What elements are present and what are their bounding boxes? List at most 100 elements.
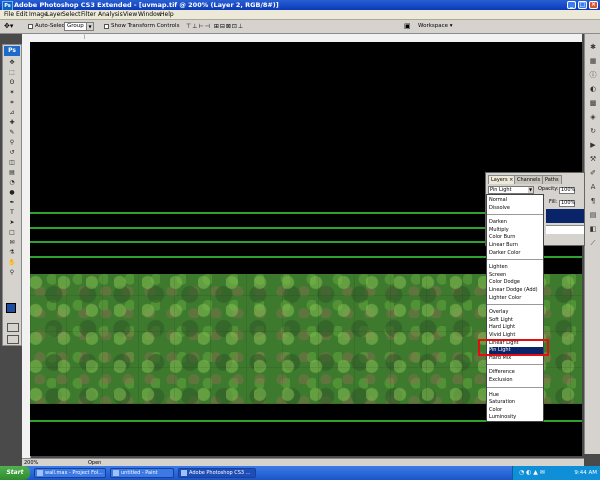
blend-mode-option[interactable]: Luminosity bbox=[489, 414, 543, 421]
blend-mode-option[interactable]: Darken bbox=[489, 219, 543, 226]
menu-select[interactable]: Select bbox=[62, 10, 81, 19]
menu-help[interactable]: Help bbox=[160, 10, 174, 19]
info-icon[interactable]: ⓘ bbox=[588, 70, 598, 80]
blend-mode-option[interactable]: Overlay bbox=[489, 309, 543, 316]
tab-channels[interactable]: Channels bbox=[514, 175, 544, 184]
blend-mode-option[interactable]: Difference bbox=[489, 369, 543, 376]
blend-mode-option[interactable]: Soft Light bbox=[489, 317, 543, 324]
history-icon[interactable]: ↻ bbox=[588, 126, 598, 136]
move-icon[interactable]: ✥ bbox=[5, 58, 19, 67]
screen-mode-icon[interactable] bbox=[7, 335, 19, 344]
chevron-down-icon: ▼ bbox=[528, 187, 533, 193]
actions-icon[interactable]: ▶ bbox=[588, 140, 598, 150]
selected-layer-row[interactable] bbox=[546, 209, 584, 223]
blend-mode-option[interactable]: Multiply bbox=[489, 227, 543, 234]
blend-mode-option[interactable]: Hue bbox=[489, 392, 543, 399]
notes-icon[interactable]: ✉ bbox=[5, 238, 19, 247]
blend-mode-option[interactable]: Normal bbox=[489, 197, 543, 204]
minimize-button[interactable]: _ bbox=[567, 1, 576, 9]
dodge-icon[interactable]: ● bbox=[5, 188, 19, 197]
opacity-field[interactable]: 100% bbox=[559, 187, 575, 194]
move-tool-icon[interactable]: ✥▾ bbox=[4, 23, 13, 30]
align-buttons[interactable]: ⊤⊥⊢⊣ ⊞⊟⊠⊡⊥ bbox=[186, 23, 244, 30]
taskbar-item[interactable]: Adobe Photoshop CS3 ... bbox=[178, 468, 256, 478]
channels-icon[interactable]: ◧ bbox=[588, 224, 598, 234]
tab-layers[interactable]: Layers × bbox=[488, 175, 517, 184]
zoom-icon[interactable]: ⚲ bbox=[5, 268, 19, 277]
tool-presets-icon[interactable]: ⚒ bbox=[588, 154, 598, 164]
paragraph-icon[interactable]: ¶ bbox=[588, 196, 598, 206]
hand-icon[interactable]: ✋ bbox=[5, 258, 19, 267]
taskbar-item[interactable]: untitled - Paint bbox=[110, 468, 174, 478]
menu-analysis[interactable]: Analysis bbox=[98, 10, 123, 19]
healing-icon[interactable]: ✚ bbox=[5, 118, 19, 127]
show-transform-checkbox[interactable] bbox=[104, 24, 109, 29]
blend-mode-option[interactable]: Color bbox=[489, 407, 543, 414]
blend-mode-option[interactable]: Linear Dodge (Add) bbox=[489, 287, 543, 294]
gradient-icon[interactable]: ▤ bbox=[5, 168, 19, 177]
lasso-icon[interactable]: ʘ bbox=[5, 78, 19, 87]
taskbar: Start wall.max - Project Fol... untitled … bbox=[0, 466, 600, 480]
stamp-icon[interactable]: ⚲ bbox=[5, 138, 19, 147]
styles-icon[interactable]: ◈ bbox=[588, 112, 598, 122]
eraser-icon[interactable]: ◫ bbox=[5, 158, 19, 167]
color-icon[interactable]: ◐ bbox=[588, 84, 598, 94]
palette-well-icon[interactable]: ▣ bbox=[404, 23, 411, 30]
path-select-icon[interactable]: ➤ bbox=[5, 218, 19, 227]
layer-row[interactable] bbox=[546, 225, 584, 234]
quick-mask-icon[interactable] bbox=[7, 323, 19, 332]
taskbar-item[interactable]: wall.max - Project Fol... bbox=[34, 468, 106, 478]
blur-icon[interactable]: ◔ bbox=[5, 178, 19, 187]
blend-mode-option[interactable]: Saturation bbox=[489, 399, 543, 406]
character-icon[interactable]: A bbox=[588, 182, 598, 192]
type-icon[interactable]: T bbox=[5, 208, 19, 217]
blend-mode-value: Pin Light bbox=[490, 187, 512, 193]
auto-select-dropdown[interactable]: Group ▼ bbox=[64, 22, 94, 31]
eyedropper-icon[interactable]: ⚗ bbox=[5, 248, 19, 257]
pen-icon[interactable]: ✒ bbox=[5, 198, 19, 207]
menu-view[interactable]: View bbox=[123, 10, 137, 19]
menu-edit[interactable]: Edit bbox=[16, 10, 28, 19]
histogram-icon[interactable]: ▦ bbox=[588, 56, 598, 66]
maximize-button[interactable]: □ bbox=[578, 1, 587, 9]
blend-mode-option[interactable]: Vivid Light bbox=[489, 332, 543, 339]
workspace-button[interactable]: Workspace ▾ bbox=[418, 22, 453, 31]
menu-window[interactable]: Window bbox=[138, 10, 162, 19]
menu-image[interactable]: Image bbox=[29, 10, 48, 19]
blend-mode-option[interactable]: Lighten bbox=[489, 264, 543, 271]
slice-icon[interactable]: ⊿ bbox=[5, 108, 19, 117]
menu-filter[interactable]: Filter bbox=[81, 10, 96, 19]
blend-mode-dropdown[interactable]: Pin Light ▼ bbox=[488, 186, 534, 194]
tray-icons[interactable]: ◔ ◐ ▲ ✉ bbox=[519, 466, 545, 480]
blend-mode-option[interactable]: Hard Light bbox=[489, 324, 543, 331]
blend-mode-option[interactable]: Exclusion bbox=[489, 377, 543, 384]
magic-wand-icon[interactable]: ✶ bbox=[5, 88, 19, 97]
swatches-icon[interactable]: ▩ bbox=[588, 98, 598, 108]
start-button[interactable]: Start bbox=[0, 466, 30, 480]
crop-icon[interactable]: ⌗ bbox=[5, 98, 19, 107]
fill-field[interactable]: 100% bbox=[559, 200, 575, 207]
menu-layer[interactable]: Layer bbox=[46, 10, 63, 19]
menu-separator bbox=[487, 214, 543, 216]
blend-mode-option[interactable]: Dissolve bbox=[489, 205, 543, 212]
blend-mode-option[interactable]: Darker Color bbox=[489, 250, 543, 257]
paths-icon[interactable]: ⟋ bbox=[588, 238, 598, 248]
foreground-color-swatch[interactable] bbox=[6, 303, 16, 313]
blend-mode-option[interactable]: Color Dodge bbox=[489, 279, 543, 286]
history-brush-icon[interactable]: ↺ bbox=[5, 148, 19, 157]
tab-paths[interactable]: Paths bbox=[542, 175, 562, 184]
auto-select-checkbox[interactable] bbox=[28, 24, 33, 29]
shape-icon[interactable]: □ bbox=[5, 228, 19, 237]
blend-mode-option[interactable]: Lighter Color bbox=[489, 295, 543, 302]
layers-icon[interactable]: ▤ bbox=[588, 210, 598, 220]
blend-mode-option[interactable]: Color Burn bbox=[489, 234, 543, 241]
brush-icon[interactable]: ✎ bbox=[5, 128, 19, 137]
menu-file[interactable]: File bbox=[4, 10, 14, 19]
close-button[interactable]: × bbox=[589, 1, 598, 9]
navigator-icon[interactable]: ✱ bbox=[588, 42, 598, 52]
blend-mode-option[interactable]: Screen bbox=[489, 272, 543, 279]
brushes-icon[interactable]: ✐ bbox=[588, 168, 598, 178]
blend-mode-option[interactable]: Linear Burn bbox=[489, 242, 543, 249]
marquee-icon[interactable]: ⬚ bbox=[5, 68, 19, 77]
app-icon bbox=[181, 470, 187, 476]
